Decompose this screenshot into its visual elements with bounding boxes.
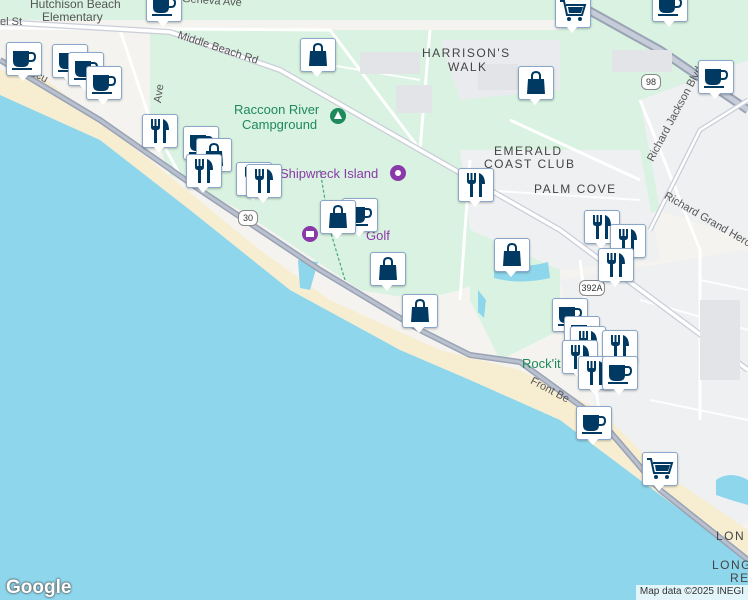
map-marker-cup[interactable] (652, 0, 688, 28)
cup-icon (576, 406, 612, 440)
label-rockit: Rock'it (522, 356, 561, 371)
bag-icon (402, 294, 438, 328)
bag-icon (320, 200, 356, 234)
map-marker-fork-knife[interactable] (142, 114, 178, 154)
map-marker-bag[interactable] (402, 294, 438, 334)
shield-hwy-98: 98 (641, 74, 661, 90)
label-raccoon-river-2: Campground (242, 117, 318, 132)
marker-pointer (256, 195, 270, 203)
cart-icon (555, 0, 591, 28)
marker-pointer (652, 483, 666, 491)
marker-pointer (330, 231, 344, 239)
label-emerald-1: EMERALD (494, 144, 563, 158)
map-marker-cart[interactable] (642, 452, 678, 492)
map-marker-fork-knife[interactable] (598, 248, 634, 288)
map-marker-bag[interactable] (494, 238, 530, 278)
label-emerald-2: COAST CLUB (484, 157, 576, 171)
bag-icon (518, 66, 554, 100)
marker-pointer (152, 145, 166, 153)
marker-pointer (412, 325, 426, 333)
map-marker-cup[interactable] (146, 0, 182, 28)
shield-hwy-30: 30 (238, 210, 258, 226)
marker-pointer (586, 437, 600, 445)
google-logo: Google (6, 577, 72, 598)
label-hutchison-beach-2: Elementary (42, 10, 103, 24)
map-marker-bag[interactable] (518, 66, 554, 106)
map-marker-fork-knife[interactable] (246, 164, 282, 204)
marker-pointer (608, 279, 622, 287)
fork-knife-icon (142, 114, 178, 148)
map-marker-fork-knife[interactable] (186, 154, 222, 194)
fork-knife-icon (598, 248, 634, 282)
label-shipwreck-island: Shipwreck Island (280, 166, 379, 181)
label-raccoon-river-1: Raccoon River (234, 102, 320, 117)
cup-icon (6, 42, 42, 76)
map-marker-cup[interactable] (576, 406, 612, 446)
marker-pointer (588, 387, 602, 395)
label-long-1: LON (716, 529, 746, 543)
label-long-2: LONG (712, 558, 748, 572)
cup-icon (86, 66, 122, 100)
label-harrisons-walk-1: HARRISON'S (422, 46, 511, 60)
marker-pointer (708, 91, 722, 99)
bag-icon (370, 252, 406, 286)
marker-pointer (16, 73, 30, 81)
marker-pointer (310, 69, 324, 77)
cup-icon (698, 60, 734, 94)
fork-knife-icon (246, 164, 282, 198)
map-marker-bag[interactable] (370, 252, 406, 292)
bag-icon (300, 38, 336, 72)
label-long-3: RE (730, 571, 748, 585)
map-marker-bag[interactable] (320, 200, 356, 240)
marker-pointer (380, 283, 394, 291)
bag-icon (494, 238, 530, 272)
map-canvas[interactable]: Hutchison Beach Elementary Geneva Ave Mi… (0, 0, 748, 600)
marker-pointer (504, 269, 518, 277)
marker-pointer (196, 185, 210, 193)
map-marker-bag[interactable] (300, 38, 336, 78)
marker-pointer (156, 19, 170, 27)
marker-pointer (565, 25, 579, 33)
map-marker-cup[interactable] (86, 66, 122, 106)
map-marker-cup[interactable] (6, 42, 42, 82)
marker-pointer (528, 97, 542, 105)
label-harrisons-walk-2: WALK (448, 60, 488, 74)
map-marker-fork-knife[interactable] (458, 168, 494, 208)
map-attribution[interactable]: Map data ©2025 INEGI (635, 585, 748, 600)
marker-pointer (96, 97, 110, 105)
label-palm-cove: PALM COVE (534, 182, 617, 196)
fork-knife-icon (458, 168, 494, 202)
label-el-st: el St (0, 16, 23, 28)
map-marker-cup[interactable] (602, 356, 638, 396)
map-marker-cup[interactable] (698, 60, 734, 100)
cart-icon (642, 452, 678, 486)
marker-pointer (612, 387, 626, 395)
marker-pointer (468, 199, 482, 207)
cup-icon (602, 356, 638, 390)
marker-pointer (662, 19, 676, 27)
map-marker-cart[interactable] (555, 0, 591, 34)
fork-knife-icon (186, 154, 222, 188)
